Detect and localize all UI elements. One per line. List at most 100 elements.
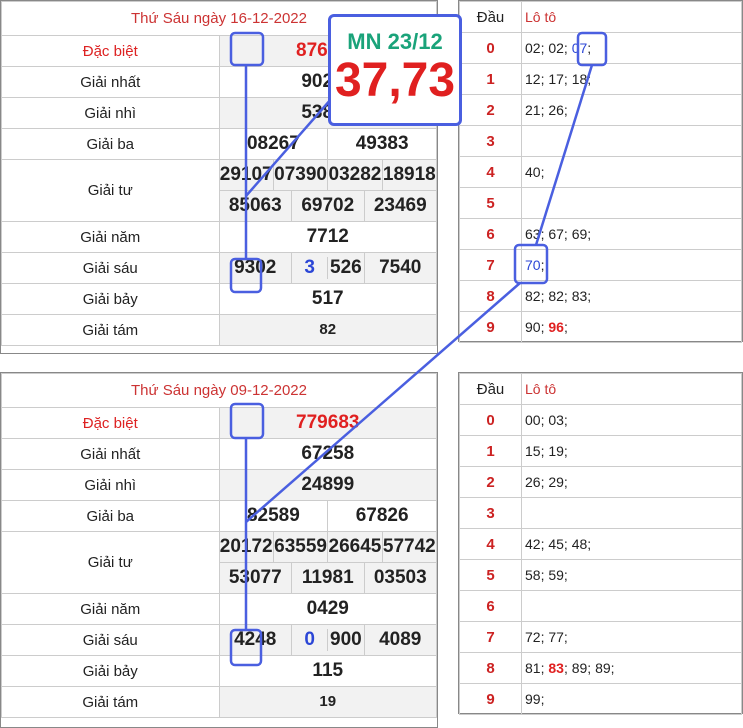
bottom-g1-value: 67258 (301, 443, 355, 464)
top-loto-9-post: ; (563, 319, 568, 335)
bottom-g4-4: 57742 (381, 532, 436, 562)
b-label-g1: Giải nhất (1, 438, 220, 470)
bottom-g5-value: 0429 (306, 598, 349, 619)
top-loto-2: 21; 26; (521, 94, 742, 126)
bottom-g6-3: 4089 (363, 625, 437, 655)
top-dau-4: 4 (459, 156, 522, 188)
top-loto-7-highlight: 70 (525, 257, 541, 273)
top-dau-5: 5 (459, 187, 522, 219)
top-loto-panel: Đầu Lô tô 0 02; 02; 07; 1 12; 17; 18; 2 21;… (458, 0, 743, 343)
b-label-g8: Giải tám (1, 686, 220, 718)
bottom-loto-8-highlight: 83 (548, 660, 564, 676)
top-loto-0: 02; 02; (525, 40, 572, 56)
bottom-g4-3: 26645 (327, 532, 381, 562)
bottom-dau-4: 4 (459, 528, 522, 560)
label-g8: Giải tám (1, 314, 220, 346)
top-loto-5 (521, 187, 742, 219)
bottom-g2-value: 24899 (301, 474, 355, 495)
b-label-g4: Giải tư (1, 531, 220, 594)
callout-title: MN 23/12 (347, 29, 443, 54)
bottom-g7-value: 115 (312, 660, 344, 681)
label-g5: Giải năm (1, 221, 220, 253)
b-label-g2: Giải nhì (1, 469, 220, 501)
top-dau-0: 0 (459, 32, 522, 64)
bottom-loto-8: 81; (525, 660, 549, 676)
bottom-loto-0: 00; 03; (521, 404, 742, 436)
bottom-dau-3: 3 (459, 497, 522, 529)
bottom-loto-1: 15; 19; (521, 435, 742, 467)
bottom-g4-2: 63559 (272, 532, 327, 562)
top-dau-8: 8 (459, 280, 522, 312)
top-g7-value: 517 (311, 288, 344, 309)
label-g7: Giải bảy (1, 283, 220, 315)
bottom-loto-9: 99; (521, 683, 742, 715)
top-g5-value: 7712 (306, 226, 349, 247)
bottom-dau-8: 8 (459, 652, 522, 684)
top-loto-0-post: ; (587, 40, 592, 56)
top-loto-3 (521, 125, 742, 157)
bottom-loto-8-post: ; 89; 89; (563, 660, 615, 676)
top-dau-1: 1 (459, 63, 522, 95)
label-g3: Giải ba (1, 128, 220, 160)
bottom-dau-1: 1 (459, 435, 522, 467)
top-g4-1: 29107 (219, 164, 273, 185)
bottom-g6-1: 4248 (234, 629, 277, 650)
top-g4-2: 07390 (272, 160, 327, 190)
top-loto-8: 82; 82; 83; (521, 280, 742, 312)
top-g6-3: 7540 (363, 253, 437, 283)
top-loto-1: 12; 17; 18; (521, 63, 742, 95)
bottom-loto-6 (521, 590, 742, 622)
top-dau-2: 2 (459, 94, 522, 126)
top-loto-9: 90; (525, 319, 549, 335)
top-g4-4: 18918 (381, 160, 436, 190)
top-loto-9-highlight: 96 (548, 319, 564, 335)
b-label-g3: Giải ba (1, 500, 220, 532)
label-g2: Giải nhì (1, 97, 220, 129)
top-loto-7-post: ; (540, 257, 545, 273)
bottom-loto-header-loto: Lô tô (521, 373, 742, 405)
bottom-loto-4: 42; 45; 48; (521, 528, 742, 560)
label-g6: Giải sáu (1, 252, 220, 284)
top-g3-value-1: 08267 (246, 133, 300, 154)
bottom-dau-5: 5 (459, 559, 522, 591)
bottom-g4-1: 20172 (219, 536, 273, 557)
bottom-g8-value: 19 (319, 693, 337, 710)
top-loto-4: 40; (521, 156, 742, 188)
bottom-g6-2-highlight: 0 (304, 629, 315, 650)
top-g6-1: 9302 (234, 257, 277, 278)
bottom-loto-2: 26; 29; (521, 466, 742, 498)
bottom-g4-5: 53077 (228, 567, 282, 588)
label-db: Đặc biệt (1, 35, 220, 67)
top-loto-header-dau: Đầu (459, 1, 522, 33)
bottom-dau-9: 9 (459, 683, 522, 715)
label-g1: Giải nhất (1, 66, 220, 98)
bottom-results-table: Thứ Sáu ngày 09-12-2022 Đặc biệt 779683 … (1, 373, 437, 718)
bottom-loto-panel: Đầu Lô tô 0 00; 03; 1 15; 19; 2 26; 29; 3 4… (458, 372, 743, 715)
bottom-g4-6: 11981 (291, 563, 364, 593)
top-g6-2-highlight: 3 (304, 257, 315, 278)
top-g4-6: 69702 (291, 191, 364, 221)
b-label-db: Đặc biệt (1, 407, 220, 439)
top-loto-6: 63; 67; 69; (521, 218, 742, 250)
callout-numbers: 37,73 (334, 54, 456, 107)
bottom-dau-0: 0 (459, 404, 522, 436)
top-g4-7: 23469 (363, 191, 437, 221)
top-dau-9: 9 (459, 311, 522, 343)
top-loto-0-highlight: 07 (571, 40, 588, 56)
bottom-loto-5: 58; 59; (521, 559, 742, 591)
bottom-dau-7: 7 (459, 621, 522, 653)
bottom-loto-table: Đầu Lô tô 0 00; 03; 1 15; 19; 2 26; 29; 3 4… (459, 373, 742, 715)
b-label-g5: Giải năm (1, 593, 220, 625)
bottom-g6-2-rest: 900 (327, 629, 363, 651)
bottom-g3-value-1: 82589 (246, 505, 300, 526)
top-g3-value-2: 49383 (327, 129, 436, 159)
top-dau-3: 3 (459, 125, 522, 157)
bottom-dau-6: 6 (459, 590, 522, 622)
top-loto-table: Đầu Lô tô 0 02; 02; 07; 1 12; 17; 18; 2 21;… (459, 1, 742, 343)
bottom-date-title: Thứ Sáu ngày 09-12-2022 (1, 373, 437, 408)
bottom-loto-7: 72; 77; (521, 621, 742, 653)
bottom-db-value: 779683 (296, 412, 360, 433)
top-loto-header-loto: Lô tô (521, 1, 742, 33)
top-dau-6: 6 (459, 218, 522, 250)
bottom-dau-2: 2 (459, 466, 522, 498)
